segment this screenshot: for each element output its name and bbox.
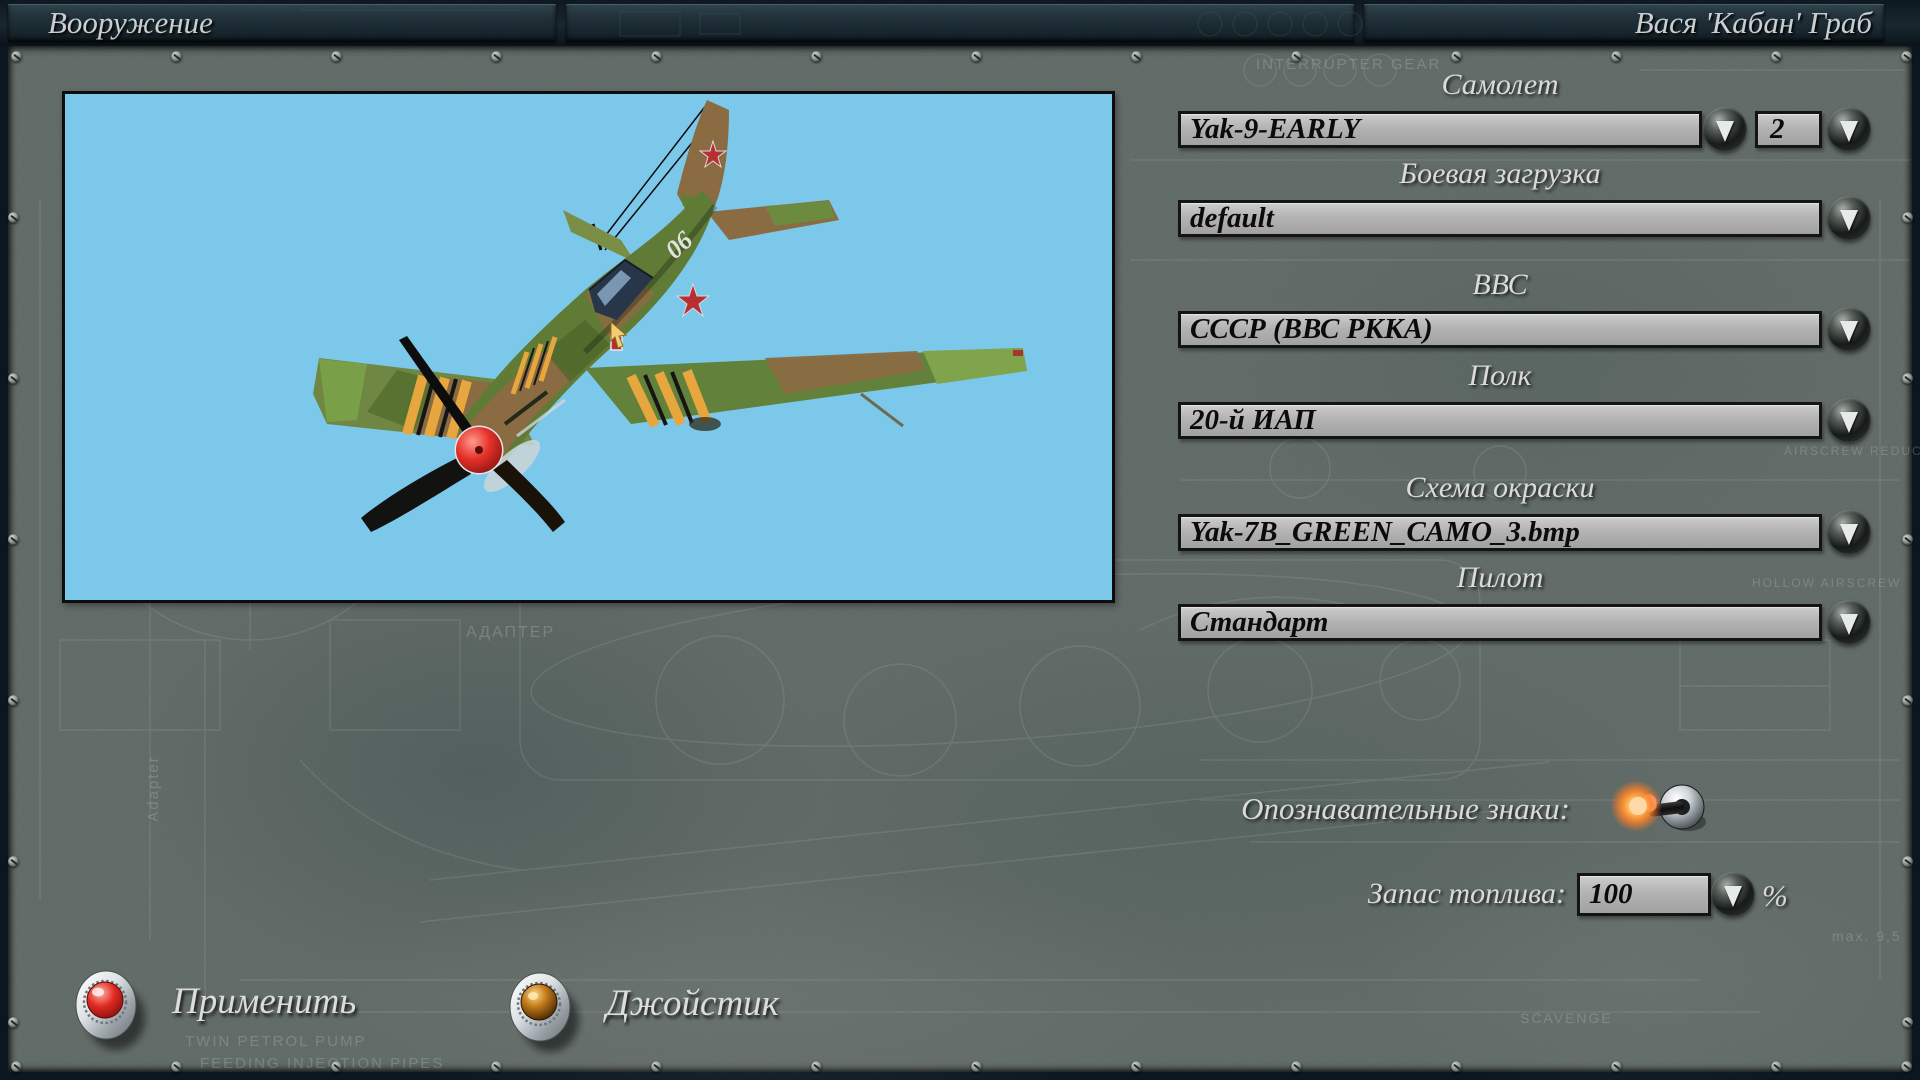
apply-button-dome bbox=[87, 982, 123, 1018]
rivet-screw-icon bbox=[8, 856, 19, 867]
rivet-screw-icon bbox=[651, 51, 662, 62]
title-bar bbox=[0, 0, 1920, 46]
rivet-screw-icon bbox=[491, 1061, 502, 1072]
pilot-label: Пилот bbox=[1178, 561, 1822, 595]
regiment-dropdown-arrow[interactable] bbox=[1827, 398, 1871, 442]
down-arrow-icon bbox=[1716, 121, 1734, 142]
fuel-percent-sign: % bbox=[1762, 878, 1788, 914]
rivet-screw-icon bbox=[1131, 1061, 1142, 1072]
pilot-dropdown[interactable]: Стандарт bbox=[1178, 604, 1822, 641]
rivet-screw-icon bbox=[171, 1061, 182, 1072]
airforce-label: ВВС bbox=[1178, 268, 1822, 302]
aircraft-render: 06 bbox=[65, 94, 1112, 600]
rivet-screw-icon bbox=[331, 1061, 342, 1072]
aircraft-dropdown-arrow[interactable] bbox=[1703, 107, 1747, 151]
rivet-screw-icon bbox=[1901, 1061, 1912, 1072]
player-name: Вася 'Кабан' Граб bbox=[1635, 4, 1872, 42]
rivet-screw-icon bbox=[8, 534, 19, 545]
regiment-label: Полк bbox=[1178, 359, 1822, 393]
rivet-screw-icon bbox=[8, 373, 19, 384]
rivet-screw-icon bbox=[971, 1061, 982, 1072]
rivet-screw-icon bbox=[1771, 51, 1782, 62]
rivet-screw-icon bbox=[1451, 1061, 1462, 1072]
aircraft-count-field[interactable]: 2 bbox=[1755, 111, 1822, 148]
rivet-screw-icon bbox=[1451, 51, 1462, 62]
paint-scheme-dropdown[interactable]: Yak-7B_GREEN_CAMO_3.bmp bbox=[1178, 514, 1822, 551]
rivet-screw-icon bbox=[491, 51, 502, 62]
regiment-dropdown[interactable]: 20-й ИАП bbox=[1178, 402, 1822, 439]
paint-scheme-label: Схема окраски bbox=[1178, 471, 1822, 505]
rivet-screw-icon bbox=[1291, 51, 1302, 62]
down-arrow-icon bbox=[1840, 412, 1858, 433]
loadout-dropdown-arrow[interactable] bbox=[1827, 196, 1871, 240]
markings-toggle[interactable] bbox=[1608, 770, 1716, 842]
down-arrow-icon bbox=[1724, 886, 1742, 907]
rivet-screw-icon bbox=[1902, 534, 1913, 545]
rivet-screw-icon bbox=[1902, 1017, 1913, 1028]
airforce-dropdown-arrow[interactable] bbox=[1827, 307, 1871, 351]
rivet-screw-icon bbox=[811, 1061, 822, 1072]
down-arrow-icon bbox=[1840, 614, 1858, 635]
aircraft-label: Самолет bbox=[1178, 68, 1822, 102]
apply-button-label[interactable]: Применить bbox=[172, 980, 356, 1023]
joystick-button-dome bbox=[521, 984, 557, 1020]
aircraft-dropdown[interactable]: Yak-9-EARLY bbox=[1178, 111, 1702, 148]
rivet-screw-icon bbox=[1291, 1061, 1302, 1072]
loadout-dropdown[interactable]: default bbox=[1178, 200, 1822, 237]
down-arrow-icon bbox=[1840, 524, 1858, 545]
mouse-cursor-icon bbox=[610, 322, 632, 350]
rivet-screw-icon bbox=[1611, 51, 1622, 62]
fuel-input[interactable]: 100 bbox=[1577, 873, 1711, 916]
dome-highlight bbox=[528, 992, 538, 1000]
rivet-screw-icon bbox=[331, 51, 342, 62]
down-arrow-icon bbox=[1840, 321, 1858, 342]
toggle-glow-core bbox=[1629, 797, 1647, 815]
rivet-screw-icon bbox=[1902, 373, 1913, 384]
title-bar-middle-panel bbox=[566, 4, 1354, 42]
aircraft-count-arrow[interactable] bbox=[1827, 107, 1871, 151]
rivet-screw-icon bbox=[811, 51, 822, 62]
rivet-screw-icon bbox=[1902, 695, 1913, 706]
apply-button[interactable] bbox=[60, 960, 156, 1056]
rivet-screw-icon bbox=[171, 51, 182, 62]
joystick-button-label[interactable]: Джойстик bbox=[606, 982, 779, 1025]
rivet-screw-icon bbox=[8, 212, 19, 223]
paint-scheme-dropdown-arrow[interactable] bbox=[1827, 510, 1871, 554]
rivet-screw-icon bbox=[11, 1061, 22, 1072]
rivet-screw-icon bbox=[651, 1061, 662, 1072]
fuel-label: Запас топлива: bbox=[1160, 877, 1566, 911]
rivet-screw-icon bbox=[971, 51, 982, 62]
rivet-screw-icon bbox=[1902, 212, 1913, 223]
rivet-screw-icon bbox=[8, 695, 19, 706]
rivet-screw-icon bbox=[1611, 1061, 1622, 1072]
rivet-screw-icon bbox=[1902, 856, 1913, 867]
rivet-screw-icon bbox=[1901, 51, 1912, 62]
down-arrow-icon bbox=[1840, 121, 1858, 142]
rivet-screw-icon bbox=[1771, 1061, 1782, 1072]
dome-highlight bbox=[92, 988, 104, 997]
rivet-screw-icon bbox=[8, 1017, 19, 1028]
aircraft-preview[interactable]: 06 bbox=[62, 91, 1115, 603]
joystick-button[interactable] bbox=[494, 962, 590, 1058]
pilot-dropdown-arrow[interactable] bbox=[1827, 600, 1871, 644]
rivet-screw-icon bbox=[11, 51, 22, 62]
fuel-dropdown-arrow[interactable] bbox=[1711, 872, 1755, 916]
armament-screen: Вооружение Вася 'Кабан' Граб bbox=[0, 0, 1920, 1080]
airforce-dropdown[interactable]: СССР (ВВС РККА) bbox=[1178, 311, 1822, 348]
page-title: Вооружение bbox=[48, 4, 213, 42]
loadout-label: Боевая загрузка bbox=[1178, 157, 1822, 191]
down-arrow-icon bbox=[1840, 210, 1858, 231]
markings-label: Опознавательные знаки: bbox=[1080, 791, 1570, 827]
rivet-screw-icon bbox=[1131, 51, 1142, 62]
